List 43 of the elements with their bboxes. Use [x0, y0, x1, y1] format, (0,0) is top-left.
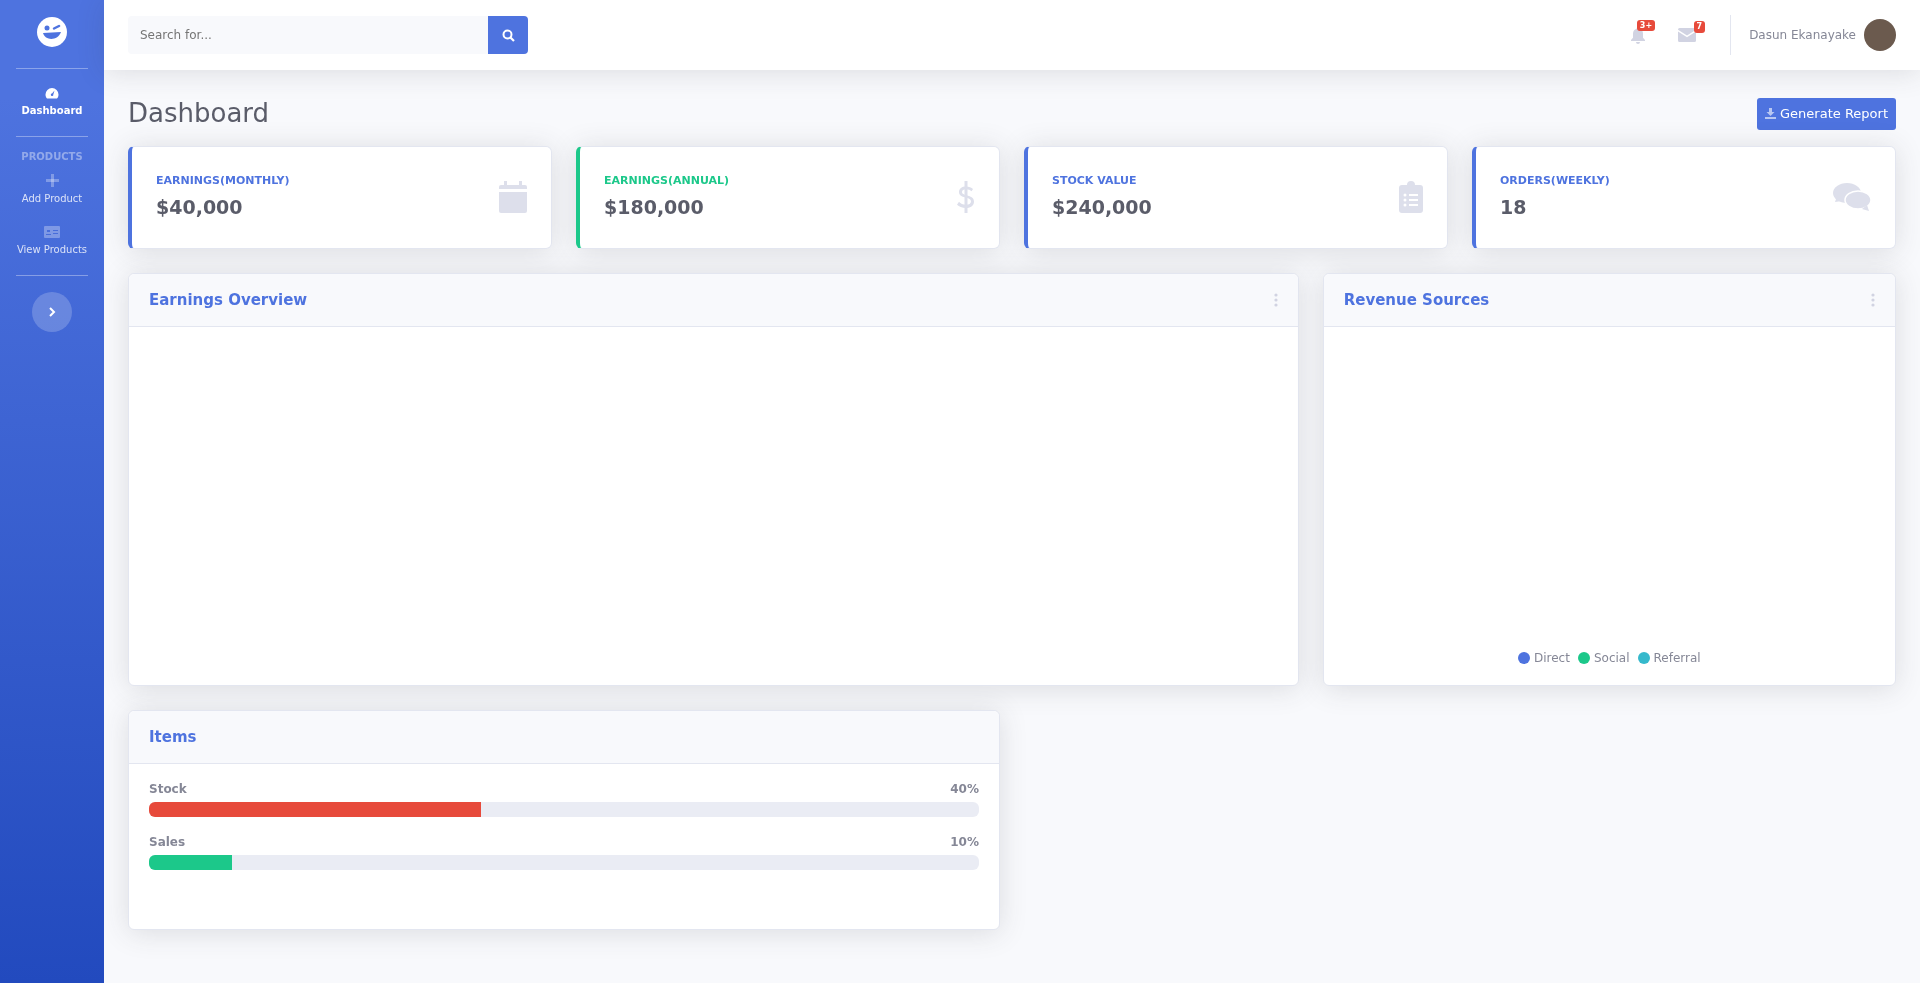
sidebar-heading: PRODUCTS [20, 150, 84, 164]
progress-label: Stock [149, 780, 187, 798]
gauge-icon[interactable] [45, 87, 59, 99]
user-avatar[interactable] [1864, 19, 1896, 51]
stat-label: STOCK VALUE [1052, 172, 1138, 189]
legend-label: Referral [1653, 649, 1701, 667]
clipboard-list-icon [1399, 181, 1423, 213]
sidebar-toggle-button[interactable] [32, 292, 72, 332]
sidebar-item[interactable]: Dashboard [0, 77, 104, 128]
stat-value: $240,000 [1052, 195, 1152, 220]
panel-title: Items [149, 727, 197, 746]
stat-value: 18 [1500, 195, 1528, 220]
winking-face-logo-icon [36, 16, 68, 48]
user-name[interactable]: Dasun Ekanayake [1749, 26, 1856, 44]
alerts-bell-icon[interactable] [1630, 26, 1647, 44]
progress-reading: 40% [950, 780, 979, 798]
search-button[interactable] [488, 16, 528, 54]
stat-label: EARNINGS(ANNUAL) [604, 172, 730, 189]
stat-label: EARNINGS(MONTHLY) [156, 172, 290, 189]
stat-label: ORDERS(WEEKLY) [1500, 172, 1610, 189]
speech-bubbles-icon [1833, 182, 1871, 212]
progress-reading: 10% [950, 833, 979, 851]
stat-value: $180,000 [604, 195, 705, 220]
chevron-right-icon[interactable] [48, 307, 56, 317]
panel-title: Revenue Sources [1343, 290, 1490, 309]
dollar-icon [957, 181, 975, 213]
plus-icon[interactable] [45, 174, 59, 187]
page-title: Dashboard [128, 98, 270, 130]
search-field[interactable]: Search for... [128, 16, 488, 54]
legend-label: Direct [1534, 649, 1570, 667]
sidebar-item[interactable]: View Products [0, 216, 104, 267]
progress-label: Sales [149, 833, 186, 851]
sidebar-item[interactable]: Add Product [0, 164, 104, 216]
stat-value: $40,000 [156, 195, 244, 220]
calendar-icon [499, 181, 527, 213]
legend-label: Social [1593, 649, 1630, 667]
counter-badge: 7 [1693, 21, 1706, 33]
search-icon[interactable] [501, 28, 515, 42]
download-icon [1765, 108, 1777, 120]
counter-badge: 3+ [1636, 19, 1656, 32]
panel-title: Earnings Overview [149, 290, 308, 309]
generate-report-button[interactable]: Generate Report [1757, 98, 1896, 130]
messages-envelope-icon[interactable] [1678, 28, 1697, 42]
